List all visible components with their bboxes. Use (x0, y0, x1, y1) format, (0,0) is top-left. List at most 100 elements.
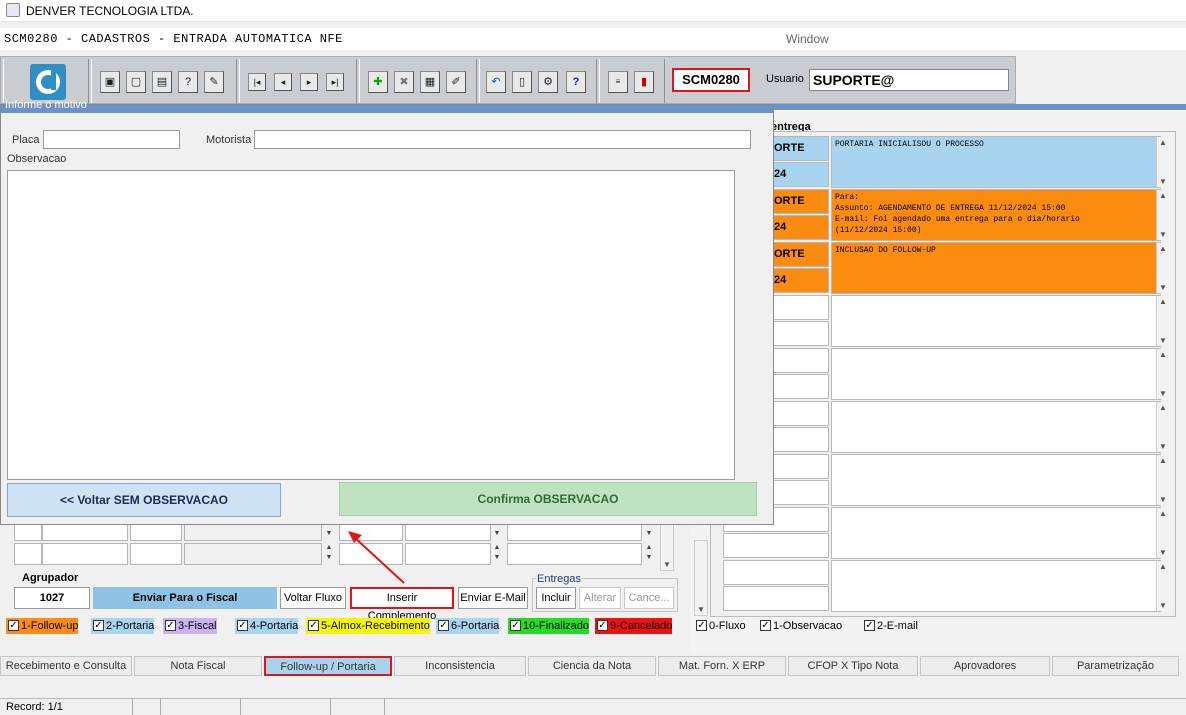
grid-cell[interactable] (507, 543, 642, 565)
grid-cell[interactable] (42, 543, 128, 565)
legend-follow-up-checkbox[interactable]: ✓ 1-Follow-up (6, 618, 79, 634)
form-code-badge: SCM0280 (672, 68, 750, 92)
next-record-icon[interactable]: ▸ (300, 73, 318, 91)
agrupador-label: Agrupador (22, 572, 79, 584)
grid-cell[interactable] (14, 543, 42, 565)
history-row-2-scrollbar[interactable]: ▲ ▼ (1156, 190, 1169, 240)
placa-input[interactable] (43, 130, 180, 149)
checkbox-checked-icon: ✓ (8, 620, 19, 631)
denver-logo-icon (30, 64, 66, 100)
window-icon[interactable]: ▢ (126, 71, 146, 93)
clipboard-icon[interactable]: ▯ (512, 71, 532, 93)
history-list: ORTE 24 15:14:06 PORTARIA INICIALISOU O … (710, 131, 1176, 617)
history-empty-scrollbar[interactable]: ▲ ▼ (1156, 561, 1169, 611)
history-empty-scrollbar[interactable]: ▲ ▼ (1156, 508, 1169, 558)
agrupador-field[interactable]: 1027 (14, 587, 90, 609)
tab-aprovadores[interactable]: Aprovadores (920, 656, 1050, 676)
history-empty-text (831, 401, 1161, 453)
tab-inconsistencia[interactable]: Inconsistencia (394, 656, 526, 676)
incluir-button[interactable]: Incluir (536, 587, 576, 609)
query-icon[interactable]: ? (178, 71, 198, 93)
history-empty-cell (723, 560, 829, 585)
grid-cell[interactable] (130, 543, 182, 565)
history-row-3-scrollbar[interactable]: ▲ ▼ (1156, 243, 1169, 293)
legend-portaria-4-checkbox[interactable]: ✓ 4-Portaria (235, 618, 299, 634)
legend-almox-recebimento-checkbox[interactable]: ✓ 5-Almox-Recebimento (306, 618, 430, 634)
motorista-label: Motorista (206, 134, 252, 146)
tab-parametrizacao[interactable]: Parametrização (1052, 656, 1179, 676)
status-divider (132, 699, 133, 715)
tab-cfop-tipo-nota[interactable]: CFOP X Tipo Nota (788, 656, 918, 676)
status-divider (384, 699, 385, 715)
tab-mat-forn-erp[interactable]: Mat. Forn. X ERP (658, 656, 786, 676)
history-empty-scrollbar[interactable]: ▲ ▼ (1156, 455, 1169, 505)
grid-spinner-icon[interactable]: ▲▼ (323, 543, 335, 565)
legend-fiscal-checkbox[interactable]: ✓ 3-Fiscal (163, 618, 217, 634)
enviar-email-button[interactable]: Enviar E-Mail (458, 587, 528, 609)
legend-portaria-6-checkbox[interactable]: ✓ 6-Portaria (436, 618, 500, 634)
filter-email-checkbox[interactable]: ✓ 2-E-mail (862, 618, 918, 634)
menu-icon[interactable]: ≡ (608, 71, 628, 93)
delete-record-icon[interactable]: ✖ (394, 71, 414, 93)
motorista-input[interactable] (254, 130, 751, 149)
tab-bar: Recebimento e Consulta Nota Fiscal Follo… (0, 654, 1186, 678)
history-empty-scrollbar[interactable]: ▲ ▼ (1156, 296, 1169, 346)
status-divider (160, 699, 161, 715)
clear-record-icon[interactable]: ✐ (446, 71, 466, 93)
print-icon[interactable]: ▤ (152, 71, 172, 93)
toolbar-logo-group (3, 59, 89, 103)
add-record-icon[interactable]: ✚ (368, 71, 388, 93)
first-record-icon[interactable]: |◂ (248, 73, 266, 91)
history-empty-cell (723, 586, 829, 611)
history-row-3-text: INCLUSAO DO FOLLOW-UP (831, 242, 1161, 294)
previous-record-icon[interactable]: ◂ (274, 73, 292, 91)
dialog-title: Informe o motivo (5, 99, 87, 111)
toolbar-navigation-group: |◂ ◂ ▸ ▸| (239, 59, 357, 103)
status-divider (240, 699, 241, 715)
grid-scrollbar[interactable]: ▼ (660, 519, 674, 571)
status-bar: Record: 1/1 (0, 698, 1186, 715)
grid-cell[interactable] (184, 543, 322, 565)
window-menu[interactable]: Window (786, 32, 829, 46)
tab-follow-up-portaria[interactable]: Follow-up / Portaria (264, 656, 392, 676)
form-caption: SCM0280 - CADASTROS - ENTRADA AUTOMATICA… (4, 32, 343, 46)
voltar-sem-observacao-button[interactable]: << Voltar SEM OBSERVACAO (7, 483, 281, 517)
cancelar-button[interactable]: Cance... (624, 587, 674, 609)
history-empty-scrollbar[interactable]: ▲ ▼ (1156, 349, 1169, 399)
history-empty-text (831, 295, 1161, 347)
toolbar-record-group: ✚ ✖ ▦ ✐ (359, 59, 477, 103)
history-empty-scrollbar[interactable]: ▲ ▼ (1156, 402, 1169, 452)
help-icon[interactable]: ? (566, 71, 586, 93)
legend-cancelado-checkbox[interactable]: ✓ 9-Cancelado (595, 618, 673, 634)
save-icon[interactable]: ▣ (100, 71, 120, 93)
tab-recebimento-consulta[interactable]: Recebimento e Consulta (0, 656, 132, 676)
observacao-textarea[interactable] (7, 170, 735, 480)
toolbar-file-group: ▣ ▢ ▤ ? ✎ (91, 59, 237, 103)
status-divider (330, 699, 331, 715)
exit-icon[interactable]: ▮ (634, 71, 654, 93)
edit-record-icon[interactable]: ▦ (420, 71, 440, 93)
last-record-icon[interactable]: ▸| (326, 73, 344, 91)
tab-ciencia-da-nota[interactable]: Ciencia da Nota (528, 656, 656, 676)
undo-icon[interactable]: ↶ (486, 71, 506, 93)
history-list-scrollbar[interactable]: ▼ (694, 540, 708, 616)
tab-nota-fiscal[interactable]: Nota Fiscal (134, 656, 262, 676)
settings-icon[interactable]: ⚙ (538, 71, 558, 93)
execute-query-icon[interactable]: ✎ (204, 71, 224, 93)
confirma-observacao-button[interactable]: Confirma OBSERVACAO (339, 482, 757, 516)
enviar-fiscal-button[interactable]: Enviar Para o Fiscal (93, 587, 277, 609)
legend-portaria-2-checkbox[interactable]: ✓ 2-Portaria (91, 618, 155, 634)
legend-finalizado-checkbox[interactable]: ✓ 10-Finalizado (508, 618, 590, 634)
grid-cell[interactable] (405, 543, 491, 565)
grid-spinner-icon[interactable]: ▲▼ (643, 543, 655, 565)
grid-spinner-icon[interactable]: ▲▼ (491, 543, 503, 565)
checkbox-checked-icon: ✓ (438, 620, 449, 631)
alterar-button[interactable]: Alterar (579, 587, 621, 609)
history-row-1-scrollbar[interactable]: ▲ ▼ (1156, 137, 1169, 187)
filter-observacao-checkbox[interactable]: ✓ 1-Observacao (758, 618, 842, 634)
filter-fluxo-checkbox[interactable]: ✓ 0-Fluxo (694, 618, 746, 634)
voltar-fluxo-button[interactable]: Voltar Fluxo (280, 587, 346, 609)
toolbar: ▣ ▢ ▤ ? ✎ |◂ ◂ ▸ ▸| ✚ ✖ ▦ ✐ ↶ ▯ ⚙ ? ≡ ▮ … (0, 56, 1016, 104)
inserir-complemento-button[interactable]: Inserir Complemento (350, 587, 454, 622)
java-app-icon (6, 3, 20, 17)
